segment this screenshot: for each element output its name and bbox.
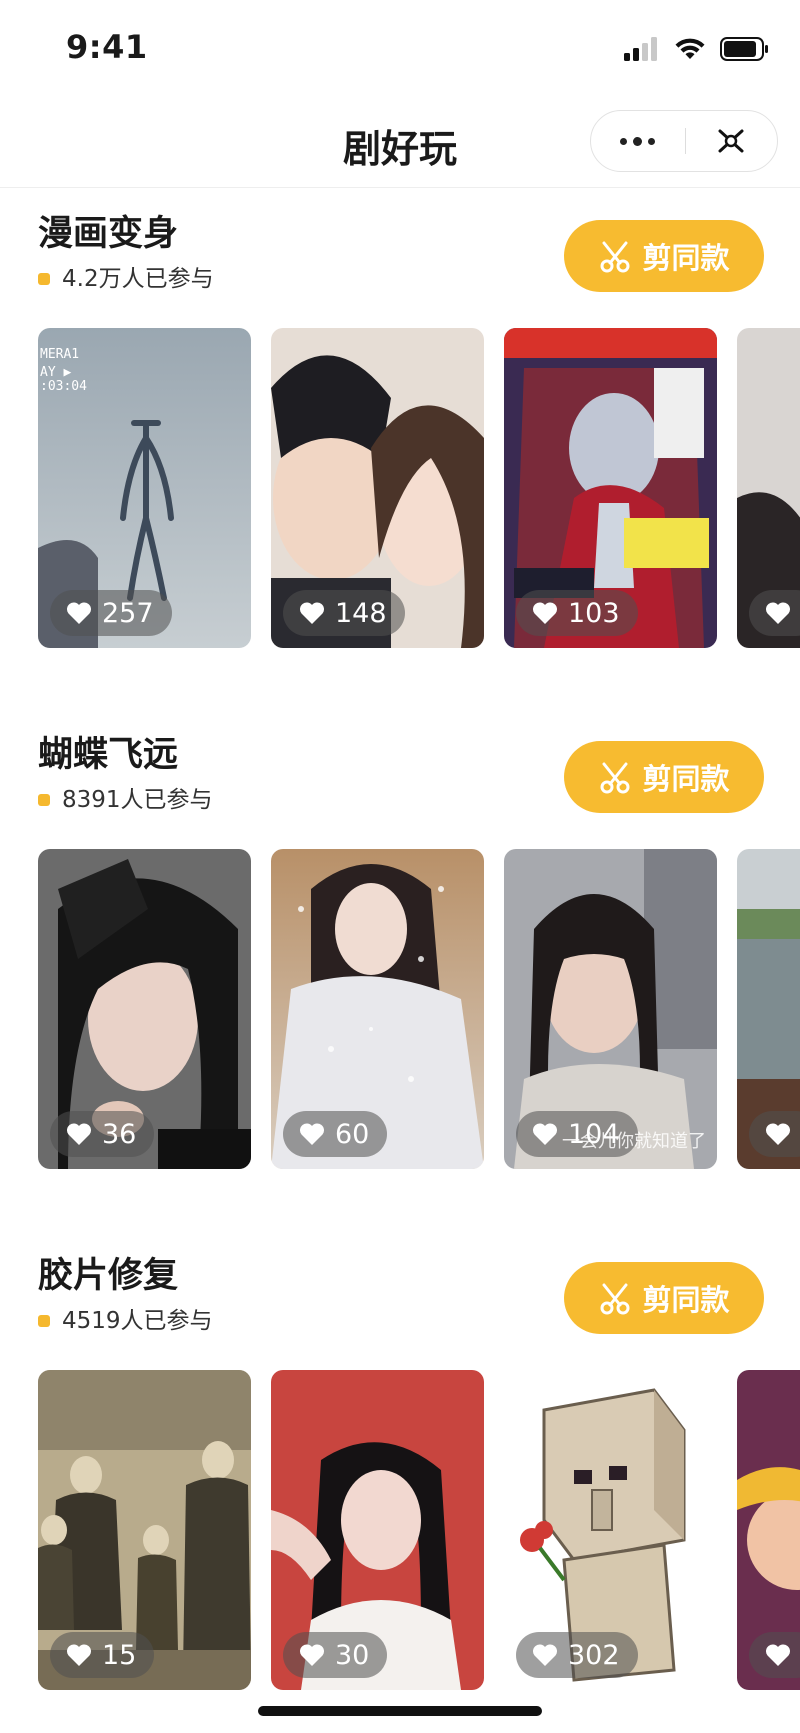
scissors-icon (600, 241, 630, 273)
like-count: 60 (283, 1111, 388, 1157)
participant-count: 8391人已参与 (38, 785, 213, 815)
heart-icon (299, 1123, 325, 1145)
template-card[interactable]: 36 (38, 849, 251, 1169)
signal-icon (624, 37, 657, 61)
home-indicator[interactable] (258, 1706, 542, 1716)
like-count: 257 (50, 590, 172, 636)
status-icons (624, 34, 770, 64)
card-row: 15 30 302 (38, 1370, 800, 1690)
svg-text:MERA1: MERA1 (40, 347, 79, 362)
heart-icon (532, 1123, 558, 1145)
nav-bar: 剧好玩 (0, 100, 800, 188)
section-manhua-bianshen: 漫画变身 4.2万人已参与 剪同款 MERA1 AY ▶:03:04 257 … (0, 212, 800, 648)
participant-count: 4.2万人已参与 (38, 264, 214, 294)
status-time: 9:41 (66, 28, 148, 66)
template-card[interactable]: 30 (271, 1370, 484, 1690)
like-count (749, 590, 800, 636)
scissors-icon (600, 762, 630, 794)
section-title: 蝴蝶飞远 (38, 735, 179, 775)
more-icon[interactable] (591, 111, 685, 171)
like-count: 30 (283, 1632, 388, 1678)
wifi-icon (675, 38, 705, 59)
cut-same-button[interactable]: 剪同款 (564, 1262, 764, 1334)
heart-icon (765, 602, 791, 624)
section-title: 漫画变身 (38, 214, 179, 254)
section-title: 胶片修复 (38, 1256, 179, 1296)
template-card[interactable]: 148 (271, 328, 484, 648)
section-hudie-feiyuan: 蝴蝶飞远 8391人已参与 剪同款 36 60 104 一会儿你就知道了 (0, 733, 800, 1169)
svg-text:AY ▶: AY ▶ (40, 365, 71, 380)
template-card[interactable]: 60 (271, 849, 484, 1169)
video-caption: 一会儿你就知道了 (562, 1131, 706, 1152)
heart-icon (66, 602, 92, 624)
section-jiaopian-xiufu: 胶片修复 4519人已参与 剪同款 15 30 302 (0, 1254, 800, 1690)
template-card[interactable]: 15 (38, 1370, 251, 1690)
cut-same-button[interactable]: 剪同款 (564, 741, 764, 813)
mini-program-capsule (590, 110, 778, 172)
heart-icon (66, 1123, 92, 1145)
card-row: MERA1 AY ▶ :03:04 257 148 103 (38, 328, 800, 648)
like-count: 103 (516, 590, 638, 636)
like-count (749, 1111, 800, 1157)
svg-text::03:04: :03:04 (40, 379, 87, 394)
template-card[interactable] (737, 328, 800, 648)
template-card[interactable]: MERA1 AY ▶ :03:04 257 (38, 328, 251, 648)
bullet-icon (38, 1315, 50, 1327)
like-count: 302 (516, 1632, 638, 1678)
card-row: 36 60 104 一会儿你就知道了 (38, 849, 800, 1169)
heart-icon (532, 602, 558, 624)
status-bar: 9:41 (0, 0, 800, 100)
like-count: 148 (283, 590, 405, 636)
template-card[interactable] (737, 1370, 800, 1690)
like-count: 36 (50, 1111, 155, 1157)
cut-same-button[interactable]: 剪同款 (564, 220, 764, 292)
heart-icon (532, 1644, 558, 1666)
template-card[interactable]: 104 一会儿你就知道了 (504, 849, 717, 1169)
heart-icon (765, 1644, 791, 1666)
template-card[interactable]: 103 (504, 328, 717, 648)
like-count (749, 1632, 800, 1678)
scissors-icon (600, 1283, 630, 1315)
heart-icon (299, 1644, 325, 1666)
template-card[interactable]: 302 (504, 1370, 717, 1690)
template-card[interactable] (737, 849, 800, 1169)
battery-icon (720, 37, 768, 61)
bullet-icon (38, 273, 50, 285)
heart-icon (299, 602, 325, 624)
close-icon[interactable] (686, 111, 778, 171)
heart-icon (765, 1123, 791, 1145)
like-count: 15 (50, 1632, 155, 1678)
heart-icon (66, 1644, 92, 1666)
bullet-icon (38, 794, 50, 806)
participant-count: 4519人已参与 (38, 1306, 213, 1336)
